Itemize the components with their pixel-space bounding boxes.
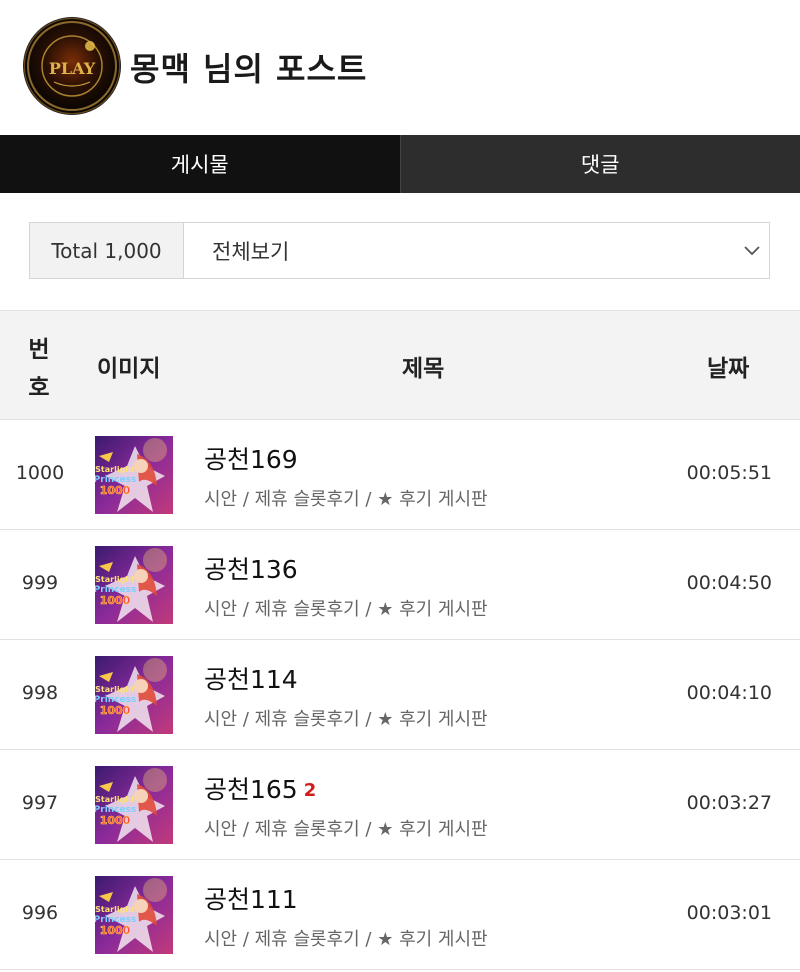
post-title[interactable]: 공천165 2	[204, 770, 316, 806]
avatar[interactable]: PLAY	[24, 18, 120, 114]
post-number: 999	[21, 572, 59, 594]
post-category: 시안 / 제휴 슬롯후기 / ★ 후기 게시판	[204, 929, 488, 950]
post-number: 1000	[15, 462, 65, 484]
post-title[interactable]: 공천169	[204, 440, 304, 476]
post-category: 시안 / 제휴 슬롯후기 / ★ 후기 게시판	[204, 489, 488, 510]
table-header: 번 호 이미지 제목 날짜	[0, 310, 800, 420]
post-thumbnail[interactable]: Starlight Princess 1000	[95, 546, 173, 624]
header-number: 번 호	[24, 331, 54, 407]
svg-text:1000: 1000	[100, 594, 131, 607]
table-row[interactable]: 996 Starlight Princess 1000 공천111 시안 / 제…	[0, 860, 800, 970]
header-title: 제목	[402, 356, 445, 382]
post-number: 997	[21, 792, 59, 814]
starlight-princess-thumbnail-icon: Starlight Princess 1000	[95, 876, 173, 954]
tab-comments[interactable]: 댓글	[399, 135, 800, 193]
header-image: 이미지	[97, 356, 161, 382]
starlight-princess-thumbnail-icon: Starlight Princess 1000	[95, 436, 173, 514]
table-row[interactable]: 997 Starlight Princess 1000 공천165 2 시안 /…	[0, 750, 800, 860]
category-select-value: 전체보기	[212, 239, 290, 264]
post-thumbnail[interactable]: Starlight Princess 1000	[95, 876, 173, 954]
post-category: 시안 / 제휴 슬롯후기 / ★ 후기 게시판	[204, 709, 488, 730]
post-title[interactable]: 공천136	[204, 550, 304, 586]
svg-text:1000: 1000	[100, 924, 131, 937]
post-time: 00:04:50	[686, 572, 772, 594]
starlight-princess-thumbnail-icon: Starlight Princess 1000	[95, 656, 173, 734]
play-logo-icon: PLAY	[25, 19, 119, 113]
svg-text:Starlight: Starlight	[95, 905, 135, 914]
svg-text:PLAY: PLAY	[49, 59, 96, 78]
header-date: 날짜	[707, 356, 750, 382]
post-time: 00:03:27	[686, 792, 772, 814]
post-list: 1000 Starlight Princess 1000 공천169 시안 / …	[0, 420, 800, 970]
svg-text:1000: 1000	[100, 484, 131, 497]
svg-text:Starlight: Starlight	[95, 685, 135, 694]
header-number-line1: 번	[28, 337, 50, 363]
post-thumbnail[interactable]: Starlight Princess 1000	[95, 656, 173, 734]
total-count: Total 1,000	[30, 223, 184, 278]
table-row[interactable]: 1000 Starlight Princess 1000 공천169 시안 / …	[0, 420, 800, 530]
svg-text:1000: 1000	[100, 814, 131, 827]
comment-count-badge: 2	[303, 780, 317, 801]
header-number-line2: 호	[28, 375, 50, 401]
post-time: 00:05:51	[686, 462, 772, 484]
post-title-text: 공천169	[204, 445, 298, 474]
table-row[interactable]: 999 Starlight Princess 1000 공천136 시안 / 제…	[0, 530, 800, 640]
post-category: 시안 / 제휴 슬롯후기 / ★ 후기 게시판	[204, 599, 488, 620]
starlight-princess-thumbnail-icon: Starlight Princess 1000	[95, 546, 173, 624]
svg-text:Starlight: Starlight	[95, 795, 135, 804]
table-row[interactable]: 998 Starlight Princess 1000 공천114 시안 / 제…	[0, 640, 800, 750]
svg-text:Starlight: Starlight	[95, 575, 135, 584]
post-time: 00:04:10	[686, 682, 772, 704]
post-title-text: 공천111	[204, 885, 298, 914]
post-title-text: 공천165	[204, 775, 298, 804]
post-category: 시안 / 제휴 슬롯후기 / ★ 후기 게시판	[204, 819, 488, 840]
post-time: 00:03:01	[686, 902, 772, 924]
post-title-text: 공천114	[204, 665, 298, 694]
post-number: 998	[21, 682, 59, 704]
post-thumbnail[interactable]: Starlight Princess 1000	[95, 436, 173, 514]
page-title: 몽맥 님의 포스트	[130, 50, 368, 88]
post-number: 996	[21, 902, 59, 924]
svg-text:Starlight: Starlight	[95, 465, 135, 474]
post-title-text: 공천136	[204, 555, 298, 584]
filter-bar: Total 1,000 전체보기	[29, 222, 770, 279]
post-title[interactable]: 공천111	[204, 880, 304, 916]
tab-posts[interactable]: 게시물	[0, 135, 400, 193]
tab-bar: 게시물 댓글	[0, 135, 800, 193]
post-title[interactable]: 공천114	[204, 660, 304, 696]
chevron-down-icon	[744, 246, 760, 256]
category-select[interactable]: 전체보기	[184, 223, 769, 278]
page-header: PLAY 몽맥 님의 포스트	[0, 0, 800, 135]
starlight-princess-thumbnail-icon: Starlight Princess 1000	[95, 766, 173, 844]
post-thumbnail[interactable]: Starlight Princess 1000	[95, 766, 173, 844]
svg-text:1000: 1000	[100, 704, 131, 717]
